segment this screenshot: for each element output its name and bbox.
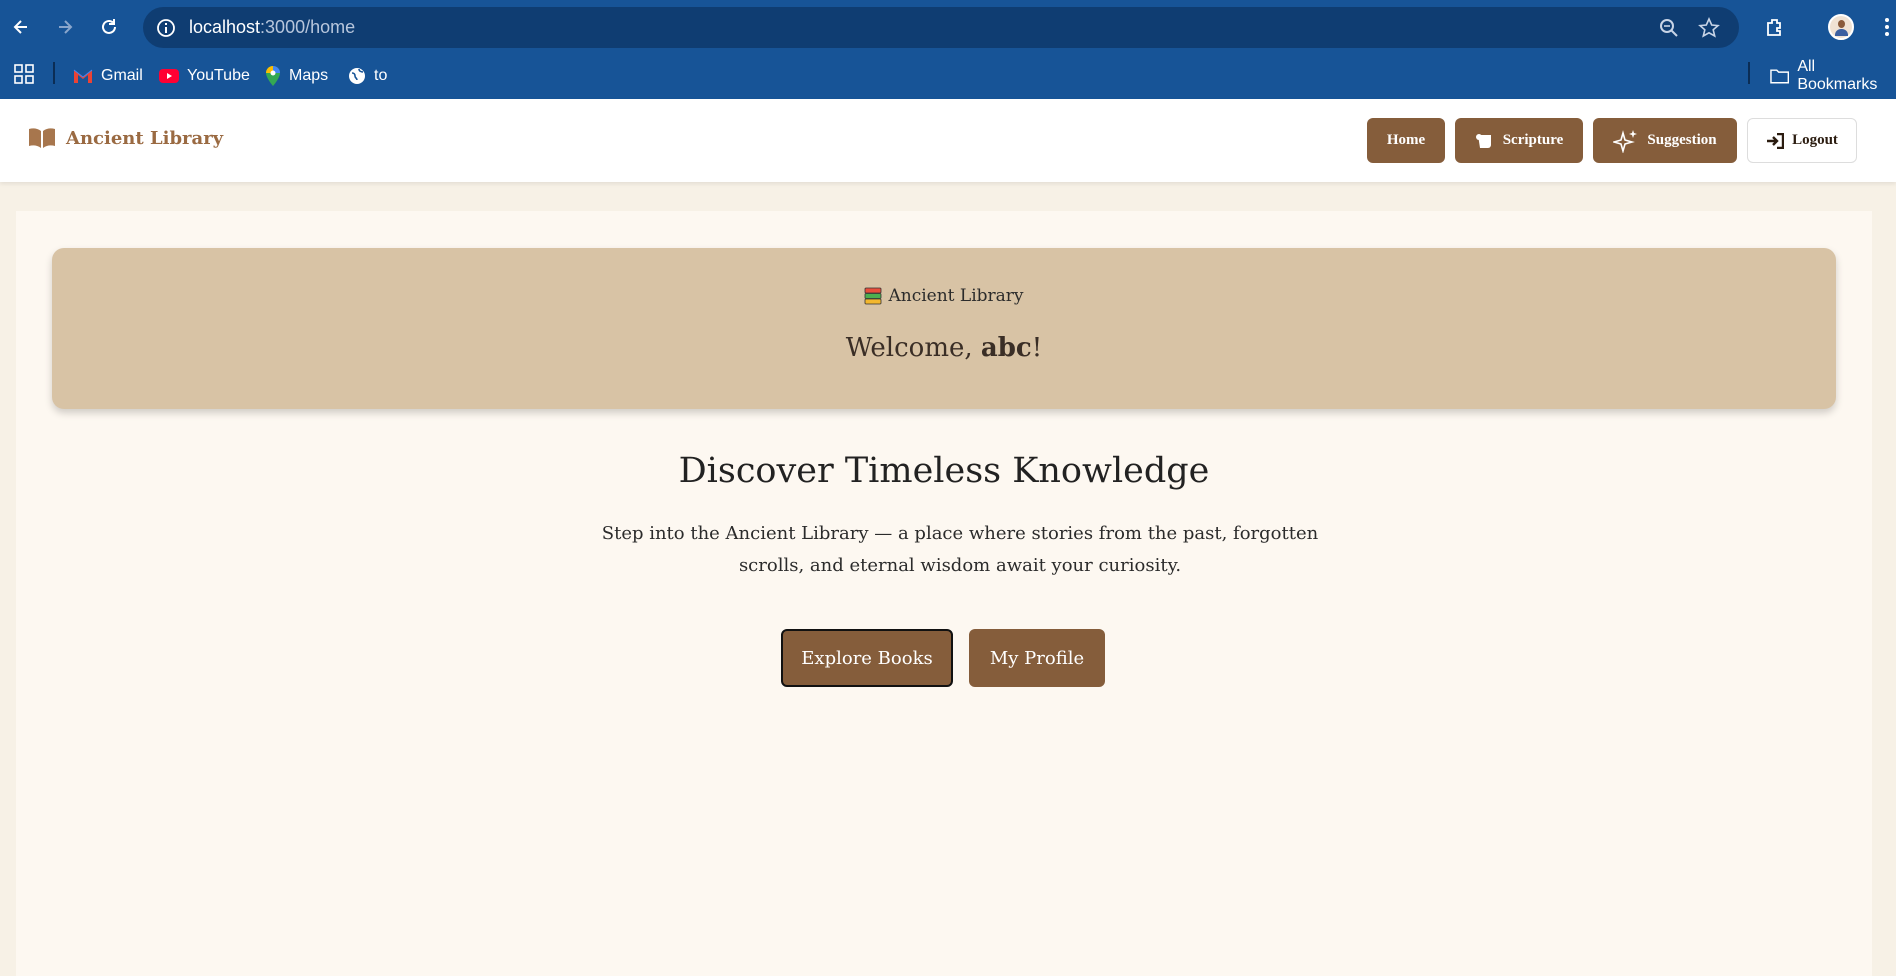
banner-label-text: Ancient Library [888,286,1024,306]
logout-button[interactable]: Logout [1747,118,1857,163]
username: abc [980,333,1032,363]
hero-description: Step into the Ancient Library — a place … [601,523,1319,576]
bookmark-divider [53,62,55,84]
suggestion-label: Suggestion [1647,132,1717,148]
greeting-suffix: ! [1031,333,1043,363]
apps-grid-icon[interactable] [14,64,34,88]
reload-icon[interactable] [96,14,122,40]
bookmark-youtube[interactable]: YouTube [159,62,250,90]
forward-icon[interactable] [52,14,78,40]
open-book-icon [29,128,55,148]
star-bookmark-icon[interactable] [1698,17,1720,43]
gmail-icon [73,69,93,83]
explore-books-label: Explore Books [801,647,933,669]
greeting-prefix: Welcome, [845,333,981,363]
welcome-greeting: Welcome, abc! [52,333,1836,363]
bookmark-label: YouTube [187,67,250,84]
banner-label: Ancient Library [52,286,1836,306]
profile-avatar[interactable] [1828,14,1854,40]
site-info-icon[interactable] [156,18,176,42]
zoom-icon[interactable] [1659,18,1679,42]
url-host: localhost [189,17,261,37]
bookmark-gmail[interactable]: Gmail [73,62,143,90]
bookmark-label: to [374,67,388,84]
suggestion-button[interactable]: Suggestion [1593,118,1737,163]
scripture-label: Scripture [1502,132,1564,148]
address-bar[interactable]: localhost:3000/home [143,7,1739,48]
kebab-menu-icon[interactable] [1884,17,1890,41]
main-content: Ancient Library Welcome, abc! Discover T… [16,211,1872,976]
brand-link[interactable]: Ancient Library [28,127,223,149]
url-text[interactable]: localhost:3000/home [189,17,355,38]
app-header: Ancient Library Home Scripture Suggestio… [0,99,1896,182]
url-path: :3000/home [260,17,356,37]
home-button[interactable]: Home [1367,118,1445,163]
youtube-icon [159,69,179,83]
extensions-icon[interactable] [1762,14,1788,40]
my-profile-button[interactable]: My Profile [969,629,1105,687]
bookmark-divider [1748,62,1750,84]
logout-label: Logout [1792,132,1838,148]
browser-toolbar: localhost:3000/home [0,0,1896,54]
all-bookmarks-label: All Bookmarks [1797,58,1878,93]
folder-icon [1770,69,1790,84]
bookmark-maps[interactable]: Maps [265,62,328,90]
my-profile-label: My Profile [989,647,1085,669]
scroll-icon [1475,133,1491,148]
all-bookmarks[interactable]: All Bookmarks [1770,58,1896,93]
bookmark-label: Gmail [101,67,143,84]
scripture-button[interactable]: Scripture [1455,118,1583,163]
books-stack-icon [865,287,882,305]
globe-icon [349,68,365,84]
brand-title: Ancient Library [66,127,224,149]
home-label: Home [1386,132,1426,148]
sign-in-arrow-icon [1767,132,1785,149]
sparkles-icon [1613,129,1638,153]
bookmark-to[interactable]: to [348,62,387,90]
hero-title: Discover Timeless Knowledge [678,451,1210,491]
maps-pin-icon [266,66,280,86]
welcome-banner: Ancient Library Welcome, abc! [52,248,1836,409]
back-icon[interactable] [8,14,34,40]
explore-books-button[interactable]: Explore Books [781,629,953,687]
bookmark-label: Maps [289,67,329,84]
